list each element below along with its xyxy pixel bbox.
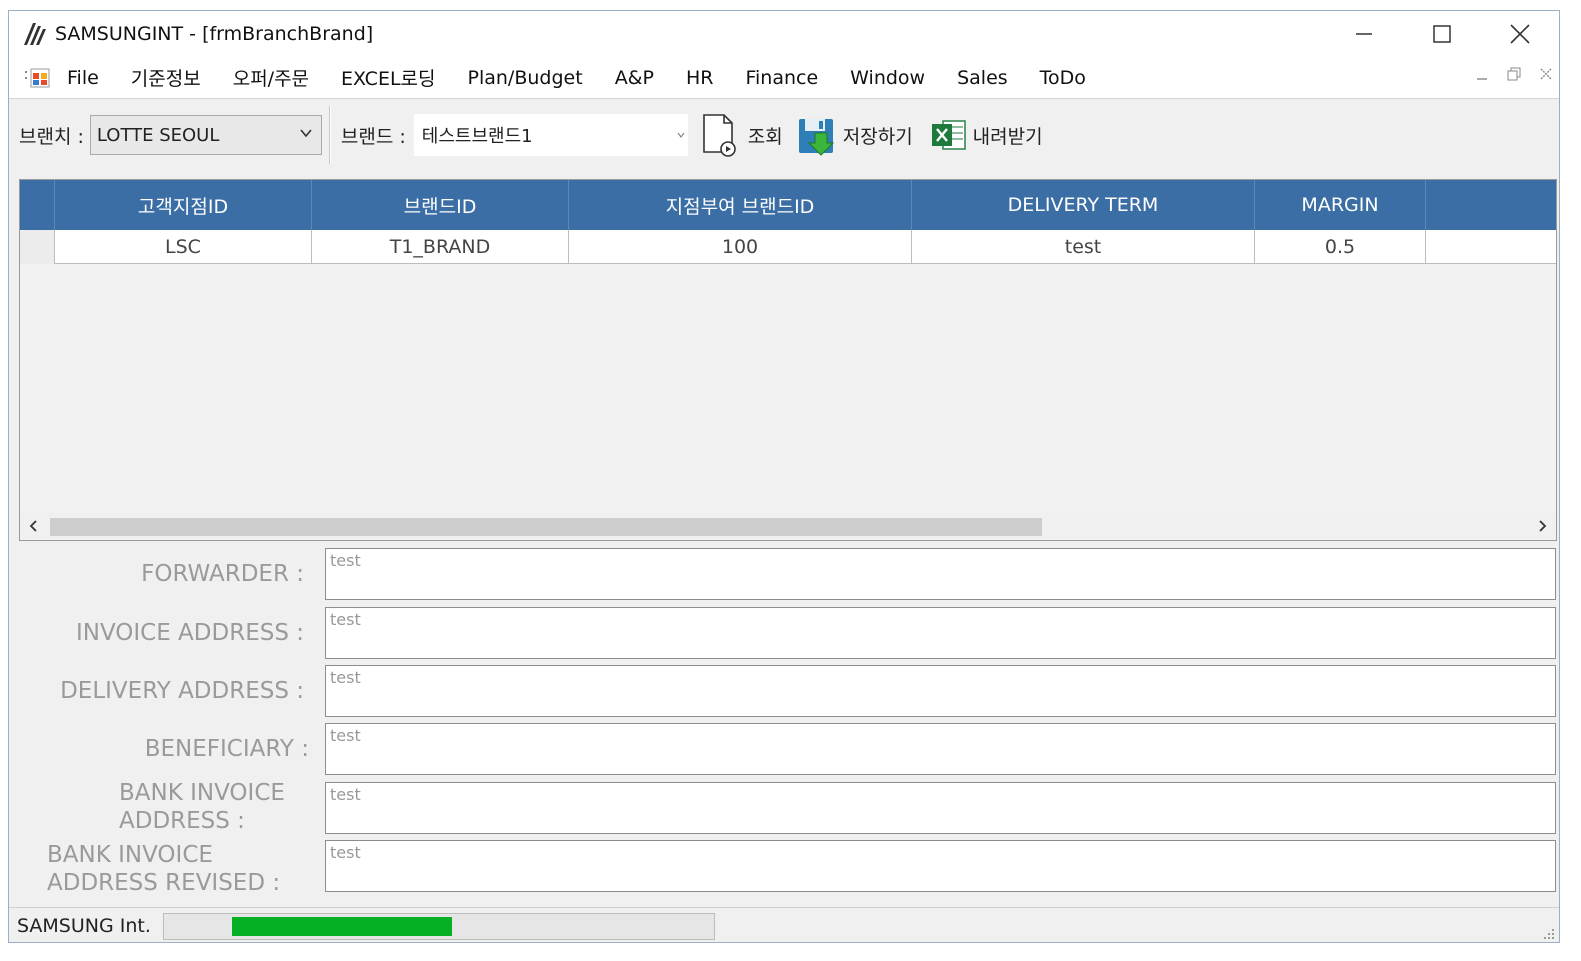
- column-header-brand-id[interactable]: 브랜드ID: [311, 180, 568, 230]
- bank-invoice-address-field[interactable]: test: [325, 782, 1556, 834]
- download-excel-button[interactable]: 내려받기: [931, 118, 1043, 152]
- excel-icon: [931, 120, 966, 150]
- brand-select[interactable]: 테스트브랜드1: [413, 114, 688, 156]
- cell-margin[interactable]: 0.5: [1254, 230, 1425, 264]
- column-header-filler: [1425, 180, 1556, 230]
- maximize-icon: [1433, 25, 1451, 43]
- delivery-address-label: DELIVERY ADDRESS :: [60, 678, 304, 704]
- branch-select[interactable]: LOTTE SEOUL: [89, 115, 322, 155]
- menu-bar: File 기준정보 오퍼/주문 EXCEL로딩 Plan/Budget A&P …: [9, 57, 1559, 99]
- cell-assigned-brand-id[interactable]: 100: [568, 230, 911, 264]
- row-header[interactable]: [20, 230, 54, 264]
- chevron-down-icon: [300, 129, 312, 138]
- branch-select-value: LOTTE SEOUL: [96, 124, 220, 146]
- cell-filler: [1425, 230, 1556, 264]
- form-icon: [25, 68, 50, 87]
- delivery-address-field[interactable]: test: [325, 665, 1556, 717]
- table-row[interactable]: LSC T1_BRAND 100 test 0.5: [20, 230, 1556, 264]
- progress-fill: [232, 917, 452, 936]
- cell-delivery-term[interactable]: test: [911, 230, 1254, 264]
- branch-brand-grid[interactable]: 고객지점ID 브랜드ID 지점부여 브랜드ID DELIVERY TERM MA…: [19, 179, 1557, 541]
- maximize-button[interactable]: [1403, 11, 1481, 57]
- menu-plan-budget[interactable]: Plan/Budget: [452, 67, 599, 89]
- menu-app-icon[interactable]: [25, 67, 51, 89]
- document-search-icon: [702, 114, 736, 157]
- menu-offer-order[interactable]: 오퍼/주문: [217, 64, 325, 91]
- mdi-restore-icon[interactable]: [1507, 67, 1521, 81]
- close-icon: [1510, 24, 1530, 44]
- progress-bar: [163, 913, 715, 940]
- search-button-label: 조회: [747, 125, 783, 148]
- window-title: SAMSUNGINT - [frmBranchBrand]: [55, 23, 374, 45]
- bank-invoice-address-revised-field[interactable]: test: [325, 840, 1556, 892]
- close-button[interactable]: [1481, 11, 1559, 57]
- beneficiary-label: BENEFICIARY :: [144, 736, 309, 762]
- scroll-left-icon[interactable]: [26, 518, 42, 534]
- status-text: SAMSUNG Int.: [17, 915, 151, 937]
- title-bar[interactable]: SAMSUNGINT - [frmBranchBrand]: [9, 11, 1559, 57]
- minimize-icon: [1356, 33, 1372, 35]
- horizontal-scrollbar[interactable]: [20, 512, 1556, 540]
- save-button[interactable]: 저장하기: [797, 113, 913, 157]
- forwarder-label: FORWARDER :: [141, 561, 304, 587]
- menu-a-and-p[interactable]: A&P: [599, 67, 670, 89]
- menu-finance[interactable]: Finance: [729, 67, 834, 89]
- chevron-down-icon: [677, 132, 685, 138]
- scrollbar-thumb[interactable]: [50, 518, 1042, 536]
- menu-todo[interactable]: ToDo: [1024, 67, 1102, 89]
- invoice-address-field[interactable]: test: [325, 607, 1556, 659]
- menu-master-data[interactable]: 기준정보: [115, 64, 217, 91]
- save-disk-icon: [798, 119, 834, 156]
- mdi-close-icon[interactable]: [1539, 67, 1553, 81]
- column-header-delivery-term[interactable]: DELIVERY TERM: [911, 180, 1254, 230]
- menu-window[interactable]: Window: [834, 67, 941, 89]
- cell-brand-id[interactable]: T1_BRAND: [311, 230, 568, 264]
- brand-label: 브랜드 :: [340, 125, 406, 148]
- invoice-address-label: INVOICE ADDRESS :: [75, 620, 304, 646]
- cell-branch-id[interactable]: LSC: [54, 230, 311, 264]
- beneficiary-field[interactable]: test: [325, 723, 1556, 775]
- column-header-branch-id[interactable]: 고객지점ID: [54, 180, 311, 230]
- menu-hr[interactable]: HR: [670, 67, 730, 89]
- samsung-logo-icon: [24, 23, 46, 45]
- branch-label: 브랜치 :: [19, 125, 84, 148]
- scroll-right-icon[interactable]: [1534, 518, 1550, 534]
- brand-select-value: 테스트브랜드1: [421, 126, 533, 147]
- toolbar-separator: [328, 106, 331, 164]
- menu-excel-loading[interactable]: EXCEL로딩: [325, 64, 451, 91]
- column-header-margin[interactable]: MARGIN: [1254, 180, 1425, 230]
- bank-invoice-address-label: BANK INVOICE ADDRESS :: [119, 780, 285, 834]
- menu-sales[interactable]: Sales: [941, 67, 1024, 89]
- resize-grip-icon[interactable]: [1543, 928, 1555, 940]
- search-button[interactable]: 조회: [698, 112, 783, 158]
- minimize-button[interactable]: [1325, 11, 1403, 57]
- grid-header: 고객지점ID 브랜드ID 지점부여 브랜드ID DELIVERY TERM MA…: [20, 180, 1556, 230]
- bank-invoice-address-revised-label: BANK INVOICE ADDRESS REVISED :: [47, 842, 281, 896]
- toolbar: 브랜치 : LOTTE SEOUL 브랜드 : 테스트브랜드1 조회 저장하기 …: [9, 101, 1559, 169]
- save-button-label: 저장하기: [842, 125, 913, 148]
- row-header-corner[interactable]: [20, 180, 54, 230]
- status-bar: SAMSUNG Int.: [9, 907, 1559, 942]
- forwarder-field[interactable]: test: [325, 548, 1556, 600]
- download-button-label: 내려받기: [972, 125, 1043, 148]
- column-header-assigned-brand-id[interactable]: 지점부여 브랜드ID: [568, 180, 911, 230]
- mdi-minimize-icon[interactable]: [1475, 67, 1489, 81]
- app-window: SAMSUNGINT - [frmBranchBrand] File 기준정보: [8, 10, 1560, 943]
- menu-file[interactable]: File: [51, 67, 115, 89]
